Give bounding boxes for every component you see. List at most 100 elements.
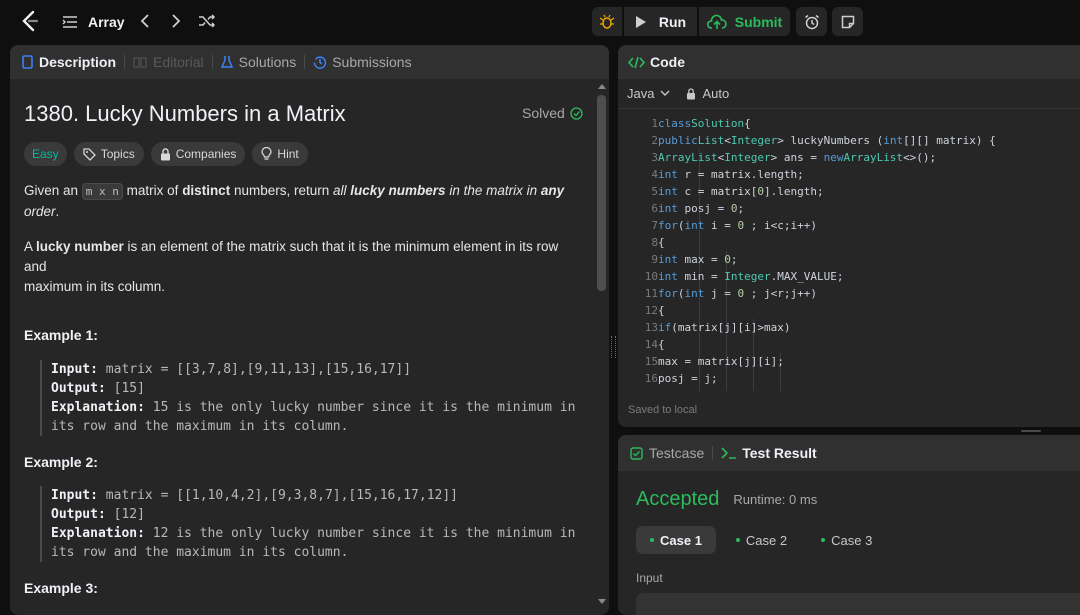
tab-submissions[interactable]: Submissions <box>313 54 412 70</box>
list-icon <box>62 16 77 28</box>
case-2-tab[interactable]: Case 2 <box>722 526 801 554</box>
description-scrollbar[interactable] <box>596 81 608 607</box>
code-line: 4 int r = matrix.length; <box>618 166 803 183</box>
example-block: Input: matrix = [[3,7,8],[9,11,13],[15,1… <box>40 360 575 436</box>
case-label: Case 3 <box>831 532 873 548</box>
leetcode-logo-icon[interactable] <box>18 9 42 33</box>
lock-icon <box>160 147 170 160</box>
case-label: Case 1 <box>660 532 702 548</box>
problem-title[interactable]: 1380. Lucky Numbers in a Matrix <box>24 101 346 127</box>
code-panel-title: Code <box>650 54 685 70</box>
code-panel: Code Java Auto 1 class Solution { 2 publ… <box>618 45 1080 427</box>
cloud-upload-icon <box>706 14 727 29</box>
example-heading: Example 1: <box>24 327 98 343</box>
code-line: 8 { <box>618 234 664 251</box>
horizontal-resize-handle[interactable] <box>1021 430 1041 432</box>
line-number: 7 <box>651 219 658 232</box>
code-line: 2 public List < Integer > luckyNumbers (int… <box>618 132 995 149</box>
code-line: 1 class Solution { <box>618 115 750 132</box>
chevron-down-icon <box>660 90 670 96</box>
editor-toolbar: Java Auto <box>618 79 1080 109</box>
save-status: Saved to local <box>628 404 698 416</box>
line-number: 2 <box>651 134 658 147</box>
line-number: 15 <box>644 355 658 368</box>
tab-test-result[interactable]: Test Result <box>721 445 817 461</box>
example-block: Input: matrix = [[1,10,4,2],[9,3,8,7],[1… <box>40 486 575 562</box>
companies-chip[interactable]: Companies <box>150 142 246 166</box>
submit-button[interactable]: Submit <box>699 7 790 36</box>
example-explanation: 15 is the only lucky number since it is … <box>152 400 576 415</box>
statement-text: . <box>55 204 60 219</box>
scroll-down-icon[interactable] <box>598 599 606 605</box>
input-section-label: Input <box>636 571 663 585</box>
definition-paragraph: A lucky number is an element of the matr… <box>24 237 584 297</box>
case-1-tab[interactable]: Case 1 <box>636 526 716 554</box>
tab-testcase[interactable]: Testcase <box>630 445 704 461</box>
lightbulb-icon <box>261 147 273 160</box>
line-number: 6 <box>651 202 658 215</box>
tab-description[interactable]: Description <box>22 54 116 70</box>
problem-statement: Given an m x n matrix of distinct number… <box>24 181 584 297</box>
code-line: 13 if (matrix[j][i]>max) <box>618 319 791 336</box>
flask-icon <box>220 56 233 68</box>
lock-icon <box>687 87 696 99</box>
statement-bold-italic: any <box>540 183 565 198</box>
bug-icon <box>599 14 615 29</box>
language-select[interactable]: Java <box>627 86 670 101</box>
tab-editorial[interactable]: Editorial <box>133 54 204 70</box>
code-line: 6 int posj = 0; <box>618 200 744 217</box>
line-number: 10 <box>644 270 658 283</box>
checkbox-icon <box>630 446 643 460</box>
notes-button[interactable] <box>832 7 863 36</box>
description-panel: Description Editorial Solutions Submissi… <box>10 45 609 615</box>
prev-problem-icon[interactable] <box>136 11 154 31</box>
alarm-button[interactable] <box>796 7 827 36</box>
topics-chip[interactable]: Topics <box>73 142 144 166</box>
case-tabs: Case 1 Case 2 Case 3 <box>636 526 886 554</box>
tab-solutions[interactable]: Solutions <box>220 54 296 70</box>
verdict-label: Accepted <box>636 488 720 510</box>
scroll-up-icon[interactable] <box>598 83 606 89</box>
problem-tags: Easy Topics Companies Hint <box>24 142 308 166</box>
run-label: Run <box>658 13 687 30</box>
hint-chip[interactable]: Hint <box>252 142 308 166</box>
pass-dot-icon <box>735 538 740 542</box>
line-number: 5 <box>651 185 658 198</box>
next-problem-icon[interactable] <box>167 11 185 31</box>
autosave-indicator[interactable]: Auto <box>686 86 729 101</box>
play-icon <box>635 15 646 28</box>
explanation-label: Explanation: <box>51 400 145 415</box>
scrollbar-thumb[interactable] <box>597 95 606 291</box>
vertical-resize-handle[interactable] <box>611 336 616 358</box>
problem-list-button[interactable]: Array <box>62 11 125 33</box>
line-number: 13 <box>644 321 658 334</box>
code-line: 10 int min = Integer .MAX_VALUE; <box>618 268 844 285</box>
tab-test-result-label: Test Result <box>742 445 817 461</box>
debug-button[interactable] <box>592 7 622 36</box>
check-circle-icon <box>570 106 583 120</box>
tab-divider <box>712 446 714 460</box>
code-icon <box>628 56 645 68</box>
statement-paragraph: Given an m x n matrix of distinct number… <box>24 181 584 222</box>
solved-status: Solved <box>522 105 583 121</box>
code-line: 12 { <box>618 302 665 319</box>
tab-testcase-label: Testcase <box>649 445 705 461</box>
shuffle-icon[interactable] <box>196 11 218 31</box>
example-explanation: its row and the maximum in its column. <box>51 419 349 434</box>
statement-italic: order <box>24 204 56 219</box>
code-line: 7 for(int i = 0 ; i<c;i++) <box>618 217 817 234</box>
pass-dot-icon <box>821 538 826 542</box>
run-button[interactable]: Run <box>624 7 697 36</box>
code-line: 11 for(int j = 0 ; j<r;j++) <box>618 285 817 302</box>
tab-divider <box>124 55 126 69</box>
note-icon <box>841 15 854 28</box>
book-icon <box>133 57 147 68</box>
case-3-tab[interactable]: Case 3 <box>807 526 886 554</box>
alarm-clock-icon <box>804 14 819 29</box>
line-number: 1 <box>651 117 658 130</box>
code-editor[interactable]: 1 class Solution { 2 public List < Integer… <box>618 115 1080 391</box>
tab-submissions-label: Submissions <box>332 54 412 70</box>
example-heading: Example 2: <box>24 454 98 470</box>
statement-text: numbers, return <box>230 183 333 198</box>
tab-divider <box>211 55 213 69</box>
